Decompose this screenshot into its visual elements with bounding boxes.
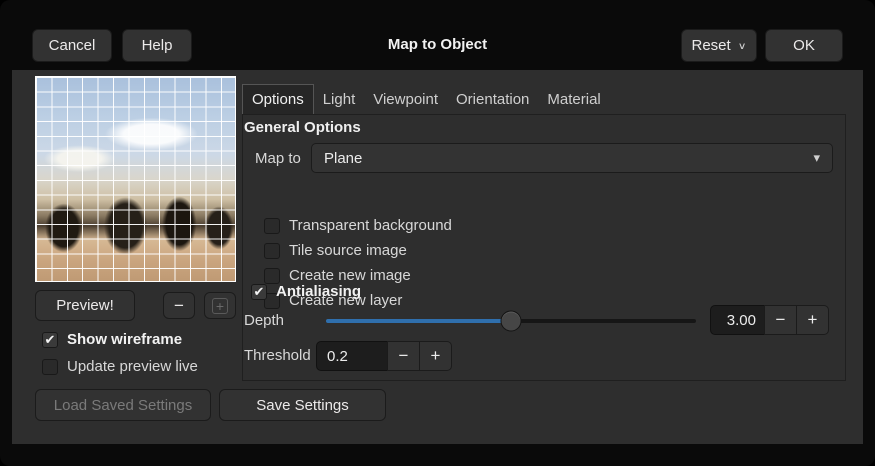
show-wireframe-label: Show wireframe [67, 331, 182, 348]
map-to-selected-value: Plane [324, 150, 362, 167]
depth-value-field[interactable]: 3.00 [710, 305, 765, 335]
threshold-value-field[interactable]: 0.2 [316, 341, 388, 371]
ok-button[interactable]: OK [765, 29, 843, 62]
create-new-image-checkbox[interactable]: Create new image [264, 267, 411, 284]
reset-button[interactable]: Reset ∨ [681, 29, 757, 62]
tab-light[interactable]: Light [314, 84, 365, 114]
depth-slider-handle[interactable] [501, 311, 522, 332]
zoom-in-icon: + [212, 298, 228, 314]
antialiasing-label: Antialiasing [276, 283, 361, 300]
threshold-increment-button[interactable]: + [419, 341, 452, 371]
checkbox-unchecked-icon [264, 243, 280, 259]
reset-button-label: Reset [692, 37, 731, 54]
antialiasing-checkbox[interactable]: ✔ Antialiasing [251, 283, 361, 300]
tab-options[interactable]: Options [242, 84, 314, 114]
dropdown-arrow-icon: ▾ [813, 150, 820, 166]
preview-button[interactable]: Preview! [35, 290, 135, 321]
update-preview-live-label: Update preview live [67, 358, 198, 375]
create-new-image-label: Create new image [289, 267, 411, 284]
checkbox-checked-icon: ✔ [251, 284, 267, 300]
tile-source-image-label: Tile source image [289, 242, 407, 259]
zoom-in-button[interactable]: + [204, 292, 236, 319]
threshold-label: Threshold [244, 347, 311, 364]
load-saved-settings-button[interactable]: Load Saved Settings [35, 389, 211, 421]
checkbox-unchecked-icon [42, 359, 58, 375]
chevron-down-icon: ∨ [738, 40, 747, 51]
notebook-tabs: Options Light Viewpoint Orientation Mate… [242, 84, 846, 114]
tab-material[interactable]: Material [538, 84, 609, 114]
threshold-decrement-button[interactable]: − [387, 341, 420, 371]
checkbox-unchecked-icon [264, 218, 280, 234]
tile-source-image-checkbox[interactable]: Tile source image [264, 242, 407, 259]
tab-viewpoint[interactable]: Viewpoint [364, 84, 447, 114]
transparent-background-label: Transparent background [289, 217, 452, 234]
save-settings-button[interactable]: Save Settings [219, 389, 386, 421]
section-title: General Options [244, 119, 361, 136]
depth-label: Depth [244, 312, 284, 329]
depth-slider[interactable] [326, 319, 696, 323]
options-panel: General Options Map to Plane ▾ Transpare… [242, 114, 846, 381]
map-to-dropdown[interactable]: Plane ▾ [311, 143, 833, 173]
map-to-object-dialog: Cancel Help Map to Object Reset ∨ OK Pre… [0, 0, 875, 466]
depth-increment-button[interactable]: + [796, 305, 829, 335]
show-wireframe-checkbox[interactable]: ✔ Show wireframe [42, 331, 182, 348]
checkbox-unchecked-icon [264, 268, 280, 284]
preview-image [35, 76, 236, 282]
map-to-label: Map to [255, 150, 301, 167]
depth-decrement-button[interactable]: − [764, 305, 797, 335]
update-preview-live-checkbox[interactable]: Update preview live [42, 358, 198, 375]
checkbox-checked-icon: ✔ [42, 332, 58, 348]
transparent-background-checkbox[interactable]: Transparent background [264, 217, 452, 234]
zoom-out-button[interactable]: − [163, 292, 195, 319]
tab-orientation[interactable]: Orientation [447, 84, 538, 114]
